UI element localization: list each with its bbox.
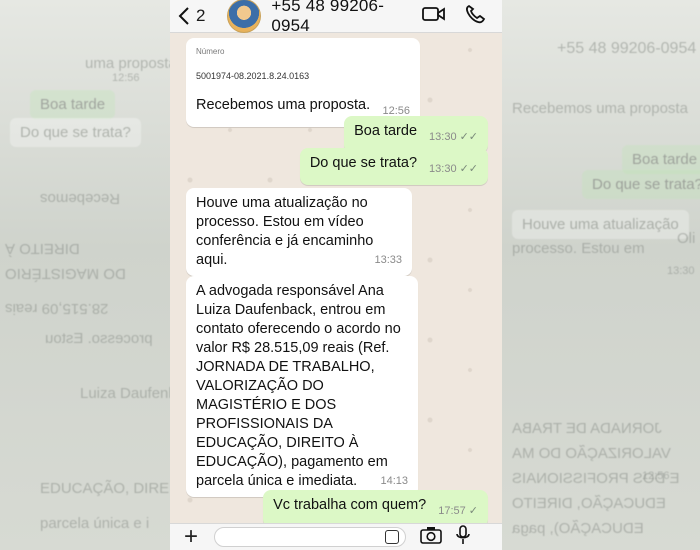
background-collage-right: +55 48 99206-0954 Recebemos uma proposta… — [502, 0, 700, 550]
ghost-text: EDUCAÇÃO, DIREITO — [512, 495, 666, 512]
message-time: 13:33 — [374, 254, 402, 266]
ghost-text: 28.515,09 reais — [5, 300, 109, 317]
ghost-text: Luiza Daufenback — [80, 385, 170, 402]
ghost-text: Do que se trata? — [10, 118, 141, 147]
back-button[interactable]: 2 — [178, 6, 205, 26]
message-time: 14:13 — [380, 475, 408, 487]
sent-tick-icon: ✓ — [468, 505, 478, 517]
message-meta: 13:30 ✓✓ — [429, 128, 478, 147]
message-text: Houve uma atualização no processo. Estou… — [196, 195, 374, 268]
attach-plus-icon[interactable]: + — [184, 523, 198, 550]
camera-icon — [420, 526, 442, 544]
ghost-text: 12:56 — [112, 72, 140, 84]
microphone-icon — [456, 524, 470, 544]
unread-count: 2 — [196, 6, 206, 25]
ghost-text: Do que se trata? — [582, 170, 700, 199]
ghost-text: +55 48 99206-0954 — [557, 40, 697, 57]
voice-call-button[interactable] — [464, 4, 488, 29]
ghost-text: EDUCAÇÃO, DIRE — [40, 480, 170, 497]
ghost-text: Houve uma atualização — [512, 210, 689, 239]
message-text: Recebemos uma proposta. — [196, 97, 371, 113]
message-list: Número 5001974-08.2021.8.24.0163 Recebem… — [170, 32, 502, 527]
ghost-text: JORNADA DE TRABA — [512, 420, 662, 437]
ghost-text: DIREITO À — [5, 240, 80, 257]
chat-screen: 2 +55 48 99206-0954 Número 5001974-08.20… — [170, 0, 502, 550]
document-number: 5001974-08.2021.8.24.0163 — [196, 71, 310, 81]
message-bubble-outgoing[interactable]: Do que se trata? 13:30 ✓✓ — [299, 148, 488, 185]
message-text: Do que se trata? — [309, 155, 418, 171]
ghost-text: Recebemos uma proposta — [512, 100, 688, 117]
chat-header: 2 +55 48 99206-0954 — [170, 0, 502, 36]
message-text: Vc trabalha com quem? — [273, 497, 427, 513]
microphone-button[interactable] — [456, 524, 470, 550]
message-bubble-incoming[interactable]: Houve uma atualização no processo. Estou… — [186, 188, 412, 276]
video-call-button[interactable] — [422, 4, 446, 29]
sticker-icon[interactable] — [385, 530, 400, 544]
avatar[interactable] — [227, 0, 262, 33]
message-meta: 13:30 ✓✓ — [429, 160, 478, 179]
message-time: 17:57 — [438, 505, 466, 517]
message-text: Boa tarde — [354, 123, 418, 139]
message-time: 13:30 — [429, 131, 457, 143]
ghost-text: Boa tarde — [30, 90, 116, 119]
message-time: 13:30 — [429, 163, 457, 175]
background-collage-left: uma proposta. 12:56 Boa tarde Do que se … — [0, 0, 170, 550]
ghost-text: uma proposta. — [85, 55, 170, 72]
ghost-text: DO MAGISTÉRIO — [5, 265, 126, 282]
ghost-text: parcela única e i — [40, 515, 150, 532]
chevron-left-icon — [178, 7, 189, 25]
document-label: Número — [196, 47, 225, 56]
phone-icon — [466, 4, 486, 23]
contact-name[interactable]: +55 48 99206-0954 — [271, 0, 422, 36]
ghost-text: processo. Estou — [45, 330, 153, 347]
ghost-text: EDUCAÇÃO), paga — [512, 520, 644, 537]
message-text: A advogada responsável Ana Luiza Daufenb… — [196, 283, 401, 489]
message-meta: 17:57 ✓ — [438, 502, 478, 521]
ghost-text: processo. Estou em — [512, 240, 645, 257]
camera-button[interactable] — [420, 526, 442, 549]
message-input-bar: + — [170, 523, 502, 550]
message-bubble-outgoing[interactable]: Vc trabalha com quem? 17:57 ✓ — [263, 490, 488, 527]
ghost-text: VALORIZAÇÃO DO MA — [512, 445, 671, 462]
ghost-text: 13:30 — [667, 265, 695, 277]
message-bubble-incoming[interactable]: Número 5001974-08.2021.8.24.0163 Recebem… — [186, 38, 420, 127]
ghost-text: Recebemos — [40, 190, 121, 207]
message-input[interactable] — [214, 527, 407, 547]
ghost-text: Oli — [677, 230, 696, 247]
read-ticks-icon: ✓✓ — [459, 163, 478, 175]
read-ticks-icon: ✓✓ — [459, 131, 478, 143]
ghost-text: 12:56 — [642, 470, 670, 482]
message-bubble-incoming[interactable]: A advogada responsável Ana Luiza Daufenb… — [186, 276, 418, 497]
video-camera-icon — [422, 6, 445, 21]
